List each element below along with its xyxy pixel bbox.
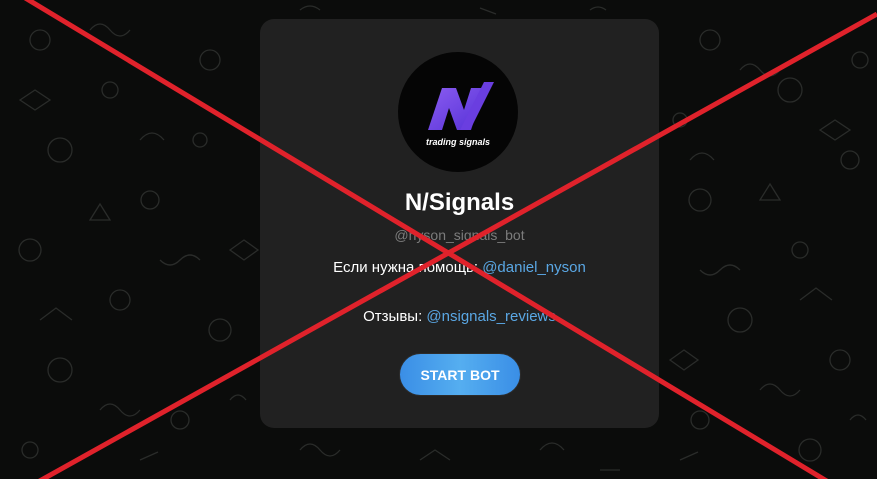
help-line: Если нужна помощь: @daniel_nyson (260, 259, 659, 276)
help-contact-link[interactable]: @daniel_nyson (482, 259, 586, 276)
bot-name: N/Signals (404, 189, 515, 216)
help-label: Если нужна помощь: (333, 259, 479, 276)
n-signals-logo-icon (428, 82, 494, 130)
reviews-channel-link[interactable]: @nsignals_reviews (426, 308, 555, 325)
bot-avatar: trading signals (398, 52, 518, 172)
bot-username: @nyson_signals_bot (394, 227, 525, 243)
start-bot-button[interactable]: START BOT (400, 354, 520, 395)
logo-caption: trading signals (425, 137, 490, 147)
reviews-label: Отзывы: (363, 308, 423, 325)
reviews-line: Отзывы: @nsignals_reviews (260, 308, 659, 325)
bot-profile-card: trading signals N/Signals @nyson_signals… (260, 19, 659, 428)
